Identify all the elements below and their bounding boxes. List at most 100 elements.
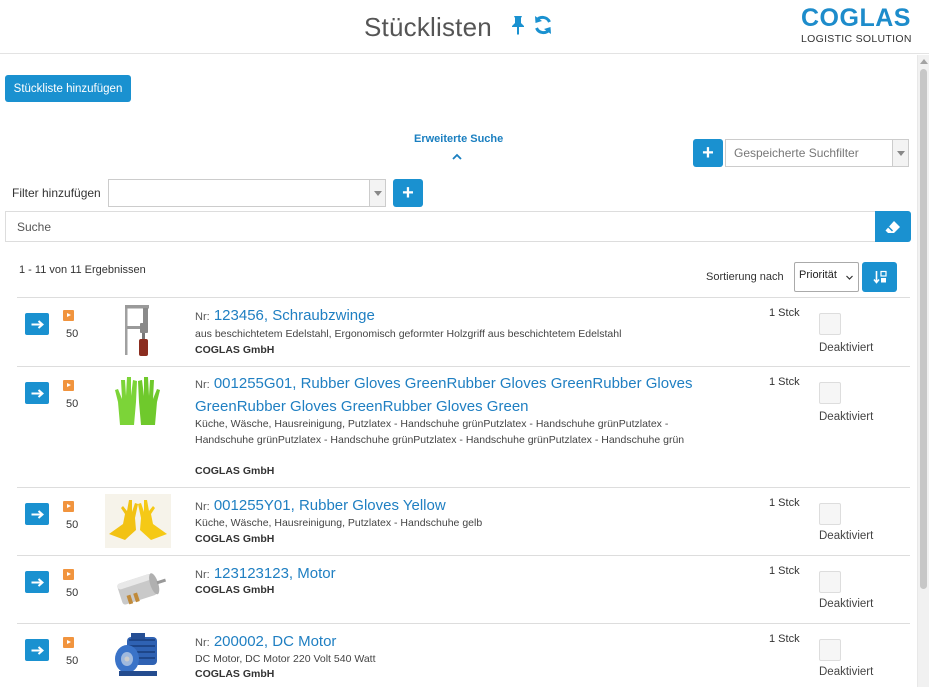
open-item-button[interactable] [25, 639, 49, 661]
item-company: COGLAS GmbH [195, 584, 275, 596]
scroll-thumb[interactable] [920, 69, 927, 589]
priority-value: 50 [66, 587, 79, 599]
arrow-right-icon [31, 388, 44, 398]
item-quantity: 1 Stck [769, 633, 800, 645]
sort-direction-button[interactable] [862, 262, 897, 292]
item-number[interactable]: 123123123, [214, 565, 293, 582]
item-quantity: 1 Stck [769, 497, 800, 509]
item-name[interactable]: Rubber Gloves Yellow [299, 497, 446, 514]
eraser-icon [885, 220, 900, 233]
page-header: Stücklisten COGLAS LOGISTIC SOLUTION [0, 0, 929, 54]
deactivated-label: Deaktiviert [819, 666, 874, 678]
item-name[interactable]: Schraubzwinge [272, 307, 375, 324]
deactivate-checkbox[interactable] [819, 639, 841, 661]
priority-icon [63, 380, 74, 391]
priority-icon [63, 310, 74, 321]
search-input[interactable] [6, 212, 875, 241]
deactivated-label: Deaktiviert [819, 411, 874, 423]
sort-select[interactable]: Priorität [794, 262, 859, 292]
item-company: COGLAS GmbH [195, 344, 275, 356]
item-quantity: 1 Stck [769, 565, 800, 577]
item-company: COGLAS GmbH [195, 668, 275, 680]
item-number[interactable]: 001255G01, [214, 375, 297, 392]
deactivate-checkbox[interactable] [819, 503, 841, 525]
logo-sub-text: LOGISTIC SOLUTION [801, 33, 912, 45]
item-title[interactable]: Nr: 123123123, Motor [195, 563, 755, 586]
dc-motor-small-image [105, 562, 171, 616]
dropdown-arrow-icon [892, 140, 908, 166]
nr-prefix: Nr: [195, 501, 210, 513]
deactivated-label: Deaktiviert [819, 530, 874, 542]
item-quantity: 1 Stck [769, 307, 800, 319]
add-filter-button[interactable]: + [393, 179, 423, 207]
open-item-button[interactable] [25, 382, 49, 404]
add-parts-list-button[interactable]: Stückliste hinzufügen [5, 75, 131, 102]
priority-value: 50 [66, 655, 79, 667]
item-company: COGLAS GmbH [195, 533, 275, 545]
priority-icon [63, 637, 74, 648]
scroll-up-arrow-icon[interactable] [920, 59, 928, 64]
clamp-image [105, 302, 171, 356]
sort-label: Sortierung nach [706, 271, 784, 283]
saved-filter-placeholder: Gespeicherte Suchfilter [734, 146, 859, 160]
arrow-right-icon [31, 509, 44, 519]
electric-motor-image [105, 629, 171, 683]
deactivated-label: Deaktiviert [819, 342, 874, 354]
item-company: COGLAS GmbH [195, 465, 275, 477]
list-item: 50 Nr: 001255Y01, Rubber Gloves Yellow K… [17, 487, 910, 555]
yellow-gloves-image [105, 494, 171, 548]
deactivate-checkbox[interactable] [819, 313, 841, 335]
saved-search-filter-select[interactable]: Gespeicherte Suchfilter [725, 139, 909, 167]
nr-prefix: Nr: [195, 569, 210, 581]
priority-value: 50 [66, 519, 79, 531]
advanced-search-toggle[interactable]: Erweiterte Suche [414, 133, 503, 145]
nr-prefix: Nr: [195, 311, 210, 323]
open-item-button[interactable] [25, 313, 49, 335]
item-name[interactable]: DC Motor [272, 633, 336, 650]
priority-value: 50 [66, 328, 79, 340]
search-field[interactable] [5, 211, 875, 242]
results-count: 1 - 11 von 11 Ergebnissen [19, 264, 146, 276]
add-filter-select[interactable] [108, 179, 386, 207]
item-quantity: 1 Stck [769, 376, 800, 388]
item-number[interactable]: 001255Y01, [214, 497, 295, 514]
deactivate-checkbox[interactable] [819, 382, 841, 404]
refresh-icon[interactable] [532, 14, 554, 36]
priority-icon [63, 501, 74, 512]
coglas-logo: COGLAS LOGISTIC SOLUTION [801, 5, 915, 45]
arrow-right-icon [31, 577, 44, 587]
open-item-button[interactable] [25, 571, 49, 593]
dropdown-arrow-icon [369, 180, 385, 206]
open-item-button[interactable] [25, 503, 49, 525]
arrow-right-icon [31, 645, 44, 655]
item-name[interactable]: Motor [297, 565, 335, 582]
nr-prefix: Nr: [195, 379, 210, 391]
nr-prefix: Nr: [195, 637, 210, 649]
item-description: Küche, Wäsche, Hausreinigung, Putzlatex … [195, 418, 685, 446]
logo-main-text: COGLAS [801, 4, 911, 32]
item-description: DC Motor, DC Motor 220 Volt 540 Watt [195, 653, 376, 665]
clear-search-button[interactable] [875, 211, 911, 242]
page-title: Stücklisten [364, 12, 492, 42]
pin-icon[interactable] [510, 15, 526, 35]
list-item: 50 Nr: 200002, DC Motor DC Motor, DC Mot… [17, 623, 910, 687]
vertical-scrollbar[interactable] [917, 55, 929, 687]
list-item: 50 Nr: 001255G01, Rubber Gloves GreenRub… [17, 366, 910, 487]
item-number[interactable]: 200002, [214, 633, 268, 650]
chevron-up-icon[interactable] [452, 153, 462, 161]
arrow-right-icon [31, 319, 44, 329]
sort-amount-icon [872, 270, 887, 284]
priority-icon [63, 569, 74, 580]
item-title[interactable]: Nr: 001255G01, Rubber Gloves GreenRubber… [195, 373, 695, 417]
add-filter-label: Filter hinzufügen [12, 186, 101, 200]
add-saved-filter-button[interactable]: + [693, 139, 723, 167]
item-number[interactable]: 123456, [214, 307, 268, 324]
plus-icon: + [702, 142, 714, 164]
item-description: Küche, Wäsche, Hausreinigung, Putzlatex … [195, 517, 483, 529]
chevron-down-icon [846, 275, 853, 280]
plus-icon: + [402, 182, 414, 204]
item-title[interactable]: Nr: 123456, Schraubzwinge [195, 305, 755, 328]
deactivate-checkbox[interactable] [819, 571, 841, 593]
item-description: aus beschichtetem Edelstahl, Ergonomisch… [195, 328, 622, 340]
green-gloves-image [105, 372, 171, 426]
